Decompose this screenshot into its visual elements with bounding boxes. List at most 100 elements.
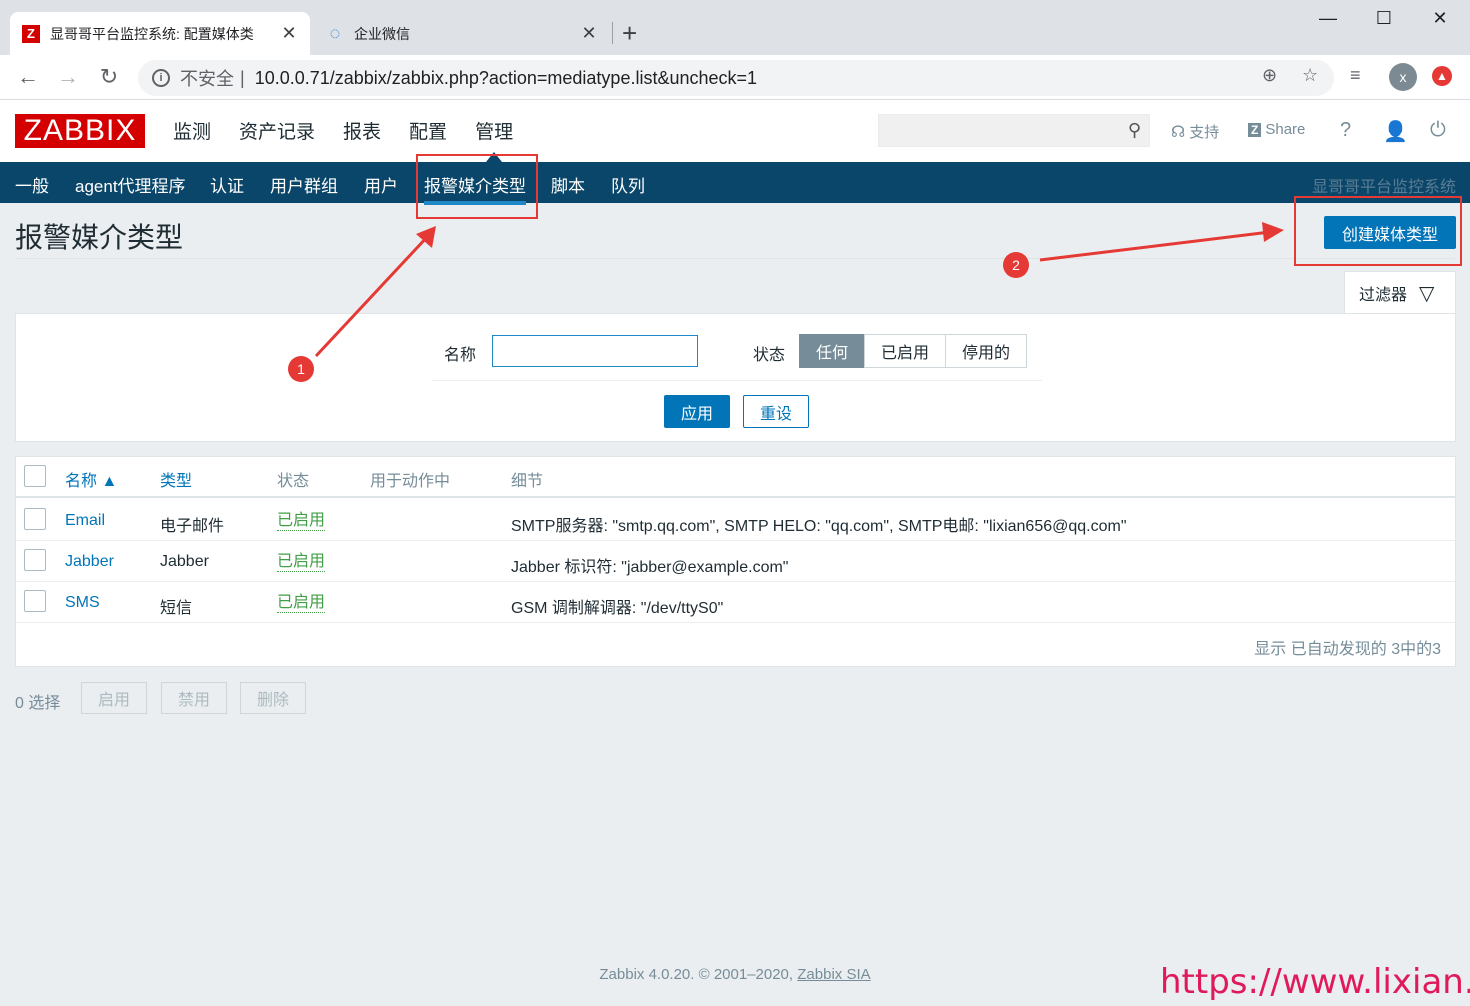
browser-tab-bar: Z 显哥哥平台监控系统: 配置媒体类 ✕ ◌ 企业微信 ✕ + — ☐ ✕	[0, 0, 1470, 55]
forward-arrow-icon[interactable]: →	[54, 64, 82, 90]
reading-list-icon[interactable]: ≡	[1350, 65, 1361, 86]
submenu-proxies[interactable]: agent代理程序	[75, 172, 186, 197]
row-checkbox[interactable]	[24, 549, 46, 571]
footer-zabbix-link[interactable]: Zabbix SIA	[797, 966, 870, 983]
user-profile-icon[interactable]: 👤	[1383, 119, 1408, 144]
zabbix-favicon-icon: Z	[22, 24, 40, 43]
filter-divider	[432, 380, 1042, 381]
tab-divider	[612, 22, 613, 44]
url-separator: |	[240, 67, 245, 88]
watermark-text: https://www.lixian.fun	[1160, 962, 1470, 1002]
new-tab-plus-icon[interactable]: +	[622, 18, 637, 49]
submenu-scripts[interactable]: 脚本	[551, 172, 585, 197]
support-link[interactable]: ☊ 支持	[1171, 121, 1219, 142]
media-type-name-link[interactable]: Email	[65, 512, 105, 530]
annotation-badge-1: 1	[288, 356, 314, 382]
minimize-icon[interactable]: —	[1313, 8, 1343, 29]
title-divider	[15, 258, 1455, 259]
bookmark-star-icon[interactable]: ☆	[1302, 65, 1318, 86]
back-arrow-icon[interactable]: ←	[14, 64, 42, 90]
submenu-queue[interactable]: 队列	[611, 172, 645, 197]
status-segmented-control: 任何 已启用 停用的	[799, 334, 1028, 368]
menu-administration[interactable]: 管理	[475, 117, 513, 144]
menu-configuration[interactable]: 配置	[409, 117, 447, 144]
submenu-general[interactable]: 一般	[15, 172, 49, 197]
apply-button[interactable]: 应用	[664, 395, 730, 428]
profile-avatar[interactable]: x	[1389, 63, 1417, 91]
media-type-details: GSM 调制解调器: "/dev/ttyS0"	[511, 600, 724, 617]
zoom-icon[interactable]: ⊕	[1262, 65, 1277, 86]
filter-name-input[interactable]	[492, 335, 698, 367]
submenu-authentication[interactable]: 认证	[210, 172, 244, 197]
media-type-status-toggle[interactable]: 已启用	[277, 594, 326, 613]
select-all-checkbox[interactable]	[24, 465, 46, 487]
media-type-type: 短信	[160, 600, 193, 617]
submenu-user-groups[interactable]: 用户群组	[270, 172, 338, 197]
address-bar: ← → ↻ i 不安全 | 10.0.0.71/zabbix/zabbix.ph…	[0, 55, 1470, 100]
close-icon[interactable]: ✕	[280, 23, 298, 44]
search-icon[interactable]: ⚲	[1128, 120, 1141, 141]
table-row: Jabber Jabber 已启用 Jabber 标识符: "jabber@ex…	[16, 541, 1455, 582]
row-checkbox[interactable]	[24, 590, 46, 612]
media-type-status-toggle[interactable]: 已启用	[277, 553, 326, 572]
media-type-name-link[interactable]: Jabber	[65, 553, 114, 571]
page-title: 报警媒介类型	[15, 222, 184, 253]
filter-tab[interactable]: 过滤器 ▽	[1344, 271, 1456, 314]
column-type-sort[interactable]: 类型	[160, 467, 192, 491]
wework-favicon-icon: ◌	[329, 23, 341, 43]
menu-monitoring[interactable]: 监测	[173, 117, 211, 144]
enable-button[interactable]: 启用	[81, 682, 147, 714]
maximize-icon[interactable]: ☐	[1369, 8, 1399, 29]
close-icon[interactable]: ✕	[580, 23, 598, 44]
share-link[interactable]: Z Share	[1248, 121, 1305, 138]
logout-power-icon[interactable]: ⏻	[1430, 119, 1446, 142]
column-details: 细节	[511, 473, 544, 490]
media-type-status-toggle[interactable]: 已启用	[277, 512, 326, 531]
help-icon[interactable]: ?	[1340, 119, 1351, 142]
zabbix-logo[interactable]: ZABBIX	[15, 114, 145, 148]
info-icon[interactable]: i	[152, 69, 170, 87]
reload-icon[interactable]: ↻	[95, 64, 123, 90]
update-icon[interactable]: ▲	[1432, 66, 1452, 86]
column-name-sort[interactable]: 名称 ▲	[65, 467, 117, 491]
funnel-filter-icon: ▽	[1419, 282, 1435, 305]
menu-inventory[interactable]: 资产记录	[239, 117, 315, 144]
insecure-label: 不安全	[180, 69, 234, 89]
filter-tab-label: 过滤器	[1359, 287, 1408, 304]
browser-tab-wework[interactable]: ◌ 企业微信 ✕	[314, 12, 610, 55]
status-option-enabled[interactable]: 已启用	[864, 334, 947, 368]
window-close-icon[interactable]: ✕	[1425, 8, 1455, 29]
headset-icon: ☊	[1171, 123, 1186, 141]
row-checkbox[interactable]	[24, 508, 46, 530]
main-menu: 监测 资产记录 报表 配置 管理	[173, 117, 541, 144]
sub-menu: 一般 agent代理程序 认证 用户群组 用户 报警媒介类型 脚本 队列 显哥哥…	[0, 162, 1470, 205]
table-row: SMS 短信 已启用 GSM 调制解调器: "/dev/ttyS0"	[16, 582, 1455, 623]
column-status: 状态	[277, 473, 310, 490]
annotation-badge-2: 2	[1003, 252, 1029, 278]
share-z-icon: Z	[1248, 122, 1262, 137]
global-search-input[interactable]: ⚲	[878, 114, 1150, 147]
selected-count: 0 选择	[15, 695, 61, 712]
reset-button[interactable]: 重设	[743, 395, 809, 428]
submenu-users[interactable]: 用户	[364, 172, 398, 197]
status-option-any[interactable]: 任何	[799, 334, 866, 368]
media-type-type: Jabber	[160, 553, 209, 570]
media-type-name-link[interactable]: SMS	[65, 594, 100, 612]
zabbix-header: ZABBIX 监测 资产记录 报表 配置 管理 ⚲ ☊ 支持 Z Share ?…	[0, 100, 1470, 162]
filter-panel: 名称 状态 任何 已启用 停用的 应用 重设	[15, 313, 1456, 442]
support-label: 支持	[1189, 124, 1220, 141]
disable-button[interactable]: 禁用	[161, 682, 227, 714]
menu-reports[interactable]: 报表	[343, 117, 381, 144]
footer-copyright: Zabbix 4.0.20. © 2001–2020,	[599, 966, 794, 983]
media-types-table: 名称 ▲ 类型 状态 用于动作中 细节 Email 电子邮件 已启用 SMTP服…	[15, 456, 1456, 667]
media-type-details: SMTP服务器: "smtp.qq.com", SMTP HELO: "qq.c…	[511, 518, 1127, 535]
url-omnibox[interactable]: i 不安全 | 10.0.0.71/zabbix/zabbix.php?acti…	[138, 60, 1334, 96]
media-type-type: 电子邮件	[160, 518, 225, 535]
status-option-disabled[interactable]: 停用的	[945, 334, 1028, 368]
server-name-brand: 显哥哥平台监控系统	[1311, 179, 1456, 196]
browser-tab-zabbix[interactable]: Z 显哥哥平台监控系统: 配置媒体类 ✕	[10, 12, 310, 55]
url-text[interactable]: 10.0.0.71/zabbix/zabbix.php?action=media…	[255, 68, 757, 89]
annotation-highlight-submenu	[416, 154, 538, 219]
tab-title: 显哥哥平台监控系统: 配置媒体类	[50, 25, 254, 42]
delete-button[interactable]: 删除	[240, 682, 306, 714]
